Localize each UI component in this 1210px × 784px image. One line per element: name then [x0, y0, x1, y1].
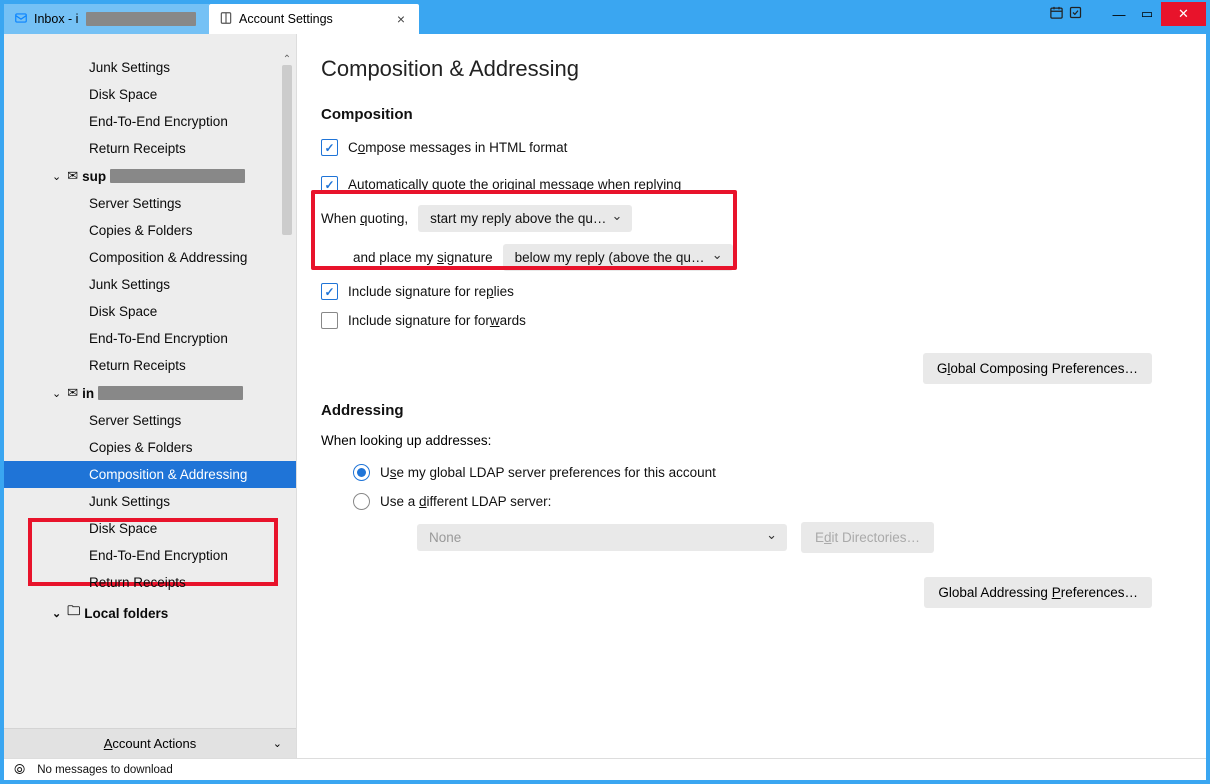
window-controls: — ▭ ✕: [1049, 0, 1206, 28]
mail-icon: ✉: [67, 385, 78, 401]
account-3-label: in: [82, 386, 94, 401]
tab-settings-label: Account Settings: [239, 12, 333, 26]
close-icon[interactable]: ×: [393, 11, 409, 27]
close-window-button[interactable]: ✕: [1161, 2, 1206, 26]
address-book-icon: [219, 11, 233, 28]
tab-bar: Inbox - i Account Settings × — ▭ ✕: [4, 4, 1206, 34]
inbox-icon: [14, 11, 28, 28]
sidebar-item-receipts2[interactable]: Return Receipts: [4, 352, 296, 379]
compose-html-label: Compose messages in HTML format: [348, 140, 567, 155]
redacted: [98, 386, 243, 400]
lookup-label: When looking up addresses:: [321, 429, 1182, 458]
sidebar-item-e2e2[interactable]: End-To-End Encryption: [4, 325, 296, 352]
chevron-down-icon: ⌄: [52, 387, 61, 400]
ldap-different-row[interactable]: Use a different LDAP server:: [321, 487, 1182, 516]
tab-inbox[interactable]: Inbox - i: [4, 4, 209, 34]
ldap-different-radio[interactable]: [353, 493, 370, 510]
quote-position-select[interactable]: start my reply above the qu…: [418, 205, 632, 232]
when-quoting-label: When quoting,: [321, 211, 408, 226]
sidebar-item-receipts3[interactable]: Return Receipts: [4, 569, 296, 596]
tab-account-settings[interactable]: Account Settings ×: [209, 4, 419, 34]
sidebar-item-composition-selected[interactable]: Composition & Addressing: [4, 461, 296, 488]
ldap-global-row[interactable]: Use my global LDAP server preferences fo…: [321, 458, 1182, 487]
calendar-icon[interactable]: [1049, 5, 1064, 24]
chevron-down-icon: ⌄: [52, 607, 61, 620]
sidebar-item-junk3[interactable]: Junk Settings: [4, 488, 296, 515]
sidebar: ⌃ Junk Settings Disk Space End-To-End En…: [4, 34, 297, 758]
sidebar-item-server3[interactable]: Server Settings: [4, 407, 296, 434]
account-actions-label: Account Actions: [104, 736, 197, 751]
folder-icon: 🗀: [67, 602, 80, 624]
when-quoting-row: When quoting, start my reply above the q…: [321, 199, 1182, 238]
sidebar-account-3[interactable]: ⌄ ✉ in: [4, 379, 296, 407]
ldap-global-label: Use my global LDAP server preferences fo…: [380, 465, 716, 480]
tasks-icon[interactable]: [1068, 5, 1083, 24]
sidebar-item-e2e[interactable]: End-To-End Encryption: [4, 108, 296, 135]
sidebar-item-junk[interactable]: Junk Settings: [4, 54, 296, 81]
page-title: Composition & Addressing: [321, 56, 1182, 82]
ldap-server-select[interactable]: None: [417, 524, 787, 551]
sidebar-local-folders[interactable]: ⌄ 🗀 Local folders: [4, 596, 296, 630]
sidebar-item-copies[interactable]: Copies & Folders: [4, 217, 296, 244]
composition-heading: Composition: [321, 106, 1182, 123]
compose-html-row[interactable]: Compose messages in HTML format: [321, 133, 1182, 162]
account-2-label: sup: [82, 169, 106, 184]
auto-quote-label: Automatically quote the original message…: [348, 177, 681, 192]
chevron-down-icon: ⌄: [273, 737, 282, 750]
tab-inbox-label: Inbox - i: [34, 12, 78, 26]
ldap-global-radio[interactable]: [353, 464, 370, 481]
mail-icon: ✉: [67, 168, 78, 184]
minimize-button[interactable]: —: [1105, 2, 1133, 26]
edit-directories-button[interactable]: Edit Directories…: [801, 522, 934, 553]
place-signature-label: and place my signature: [353, 250, 493, 265]
broadcast-icon[interactable]: ⦾: [14, 761, 25, 778]
include-sig-reply-label: Include signature for replies: [348, 284, 514, 299]
chevron-down-icon: ⌄: [52, 170, 61, 183]
ldap-server-row: None Edit Directories…: [321, 516, 1182, 559]
status-bar: ⦾ No messages to download: [4, 758, 1206, 780]
sidebar-account-2[interactable]: ⌄ ✉ sup: [4, 162, 296, 190]
sidebar-item-receipts[interactable]: Return Receipts: [4, 135, 296, 162]
sidebar-item-disk2[interactable]: Disk Space: [4, 298, 296, 325]
include-sig-reply-checkbox[interactable]: [321, 283, 338, 300]
sidebar-item-disk3[interactable]: Disk Space: [4, 515, 296, 542]
account-actions-button[interactable]: Account Actions ⌄: [4, 728, 296, 758]
redacted: [86, 12, 196, 26]
sidebar-item-copies3[interactable]: Copies & Folders: [4, 434, 296, 461]
include-sig-reply-row[interactable]: Include signature for replies: [321, 277, 1182, 306]
redacted: [110, 169, 245, 183]
global-addressing-button[interactable]: Global Addressing Preferences…: [924, 577, 1152, 608]
signature-position-select[interactable]: below my reply (above the qu…: [503, 244, 733, 271]
sidebar-item-server[interactable]: Server Settings: [4, 190, 296, 217]
auto-quote-row[interactable]: Automatically quote the original message…: [321, 170, 1182, 199]
place-signature-row: and place my signature below my reply (a…: [321, 238, 1182, 277]
auto-quote-checkbox[interactable]: [321, 176, 338, 193]
addressing-heading: Addressing: [321, 402, 1182, 419]
global-composing-button[interactable]: Global Composing Preferences…: [923, 353, 1152, 384]
ldap-different-label: Use a different LDAP server:: [380, 494, 551, 509]
include-sig-fwd-row[interactable]: Include signature for forwards: [321, 306, 1182, 335]
status-text: No messages to download: [37, 764, 173, 776]
include-sig-fwd-label: Include signature for forwards: [348, 313, 526, 328]
sidebar-item-e2e3[interactable]: End-To-End Encryption: [4, 542, 296, 569]
local-folders-label: Local folders: [84, 606, 168, 621]
main-panel: Composition & Addressing Composition Com…: [297, 34, 1206, 758]
compose-html-checkbox[interactable]: [321, 139, 338, 156]
include-sig-fwd-checkbox[interactable]: [321, 312, 338, 329]
maximize-button[interactable]: ▭: [1133, 2, 1161, 26]
sidebar-item-disk[interactable]: Disk Space: [4, 81, 296, 108]
sidebar-item-junk2[interactable]: Junk Settings: [4, 271, 296, 298]
sidebar-item-composition[interactable]: Composition & Addressing: [4, 244, 296, 271]
